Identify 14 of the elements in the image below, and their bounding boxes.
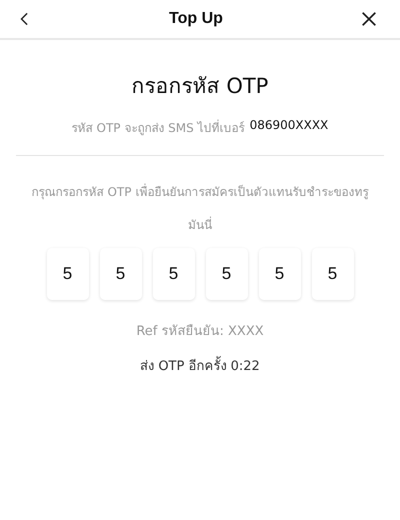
sms-note: รหัส OTP จะถูกส่ง SMS ไปที่เบอร์ [72,118,245,137]
otp-digit-field[interactable]: 5 [206,248,248,300]
otp-digit-field[interactable]: 5 [258,248,300,300]
otp-digit-field[interactable]: 5 [100,248,142,300]
page-heading: กรอกรหัส OTP [130,73,270,100]
resend-countdown: ส่ง OTP อีกครั้ง 0:22 [0,355,400,376]
header-title: Top Up [169,10,223,28]
ref-code: Ref รหัสยืนยัน: XXXX [135,323,265,341]
instruction-text: กรุณกรอกรหัส OTP เพื่อยืนยันการสมัครเป็นตัวแทนรับชำระของทรูมันนี่ [30,182,370,234]
close-icon[interactable] [360,10,378,28]
phone-number: 086900XXXX [250,118,328,134]
otp-digit-field[interactable]: 5 [152,248,194,300]
otp-digit-field[interactable]: 5 [46,248,88,300]
otp-digit-field[interactable]: 5 [312,248,354,300]
